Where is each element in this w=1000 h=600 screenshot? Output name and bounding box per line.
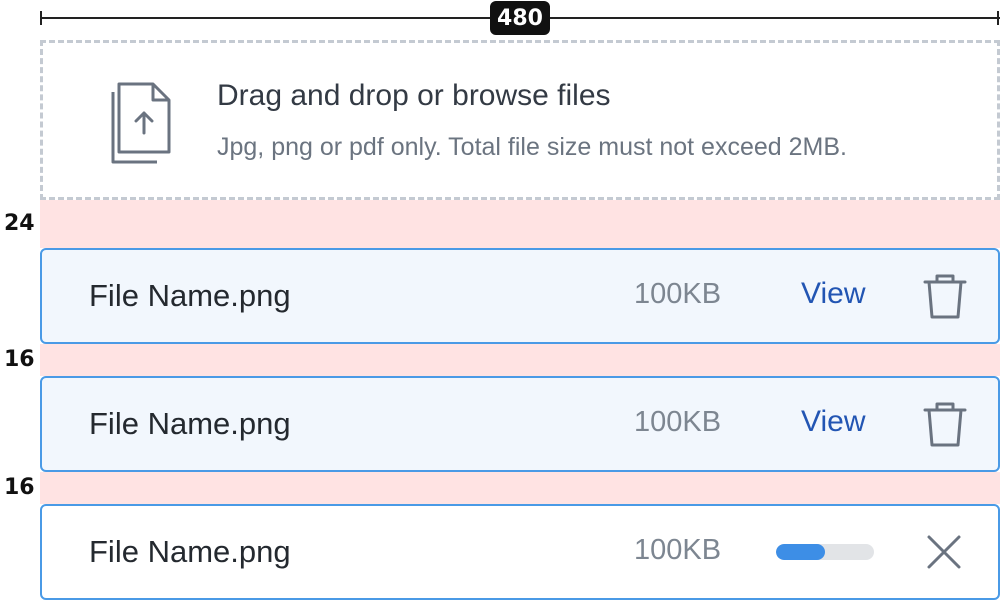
file-name: File Name.png <box>89 534 291 569</box>
close-icon[interactable] <box>926 534 962 575</box>
file-size: 100KB <box>634 534 722 566</box>
spacing-label: 24 <box>4 211 35 236</box>
file-row: File Name.png 100KB View <box>40 376 1000 472</box>
upload-progress-fill <box>776 544 825 560</box>
spacing-label: 16 <box>4 475 35 500</box>
width-label: 480 <box>490 1 550 35</box>
trash-icon[interactable] <box>922 402 968 453</box>
file-size: 100KB <box>634 406 722 438</box>
spacing-highlight <box>40 200 1000 248</box>
upload-file-icon <box>99 80 175 171</box>
file-row-uploading: File Name.png 100KB <box>40 504 1000 600</box>
upload-progress-bar <box>776 544 874 560</box>
file-size: 100KB <box>634 278 722 310</box>
view-link[interactable]: View <box>801 277 865 311</box>
file-name: File Name.png <box>89 406 291 441</box>
file-row: File Name.png 100KB View <box>40 248 1000 344</box>
dropzone-subtitle: Jpg, png or pdf only. Total file size mu… <box>217 133 847 161</box>
trash-icon[interactable] <box>922 274 968 325</box>
ruler-tick-left <box>40 11 42 25</box>
spacing-label: 16 <box>4 347 35 372</box>
spacing-highlight <box>40 472 1000 504</box>
file-dropzone[interactable]: Drag and drop or browse files Jpg, png o… <box>40 40 1000 200</box>
spacing-highlight <box>40 344 1000 376</box>
dropzone-title: Drag and drop or browse files <box>217 79 611 112</box>
view-link[interactable]: View <box>801 405 865 439</box>
file-name: File Name.png <box>89 278 291 313</box>
ruler-tick-right <box>997 11 999 25</box>
